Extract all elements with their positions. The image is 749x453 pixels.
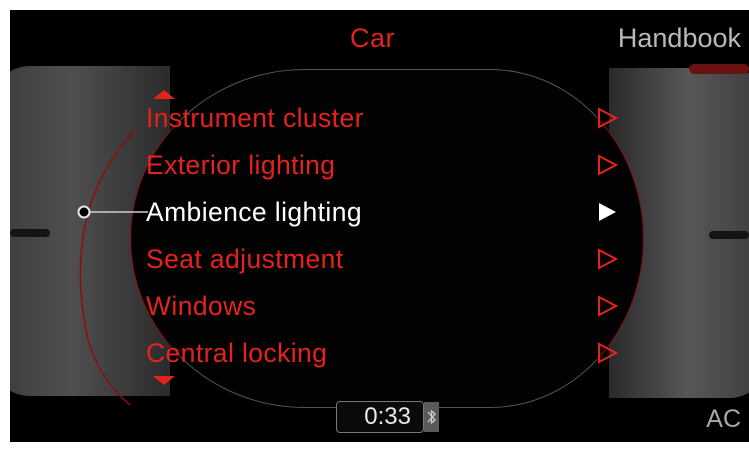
submenu-arrow-icon [599, 203, 616, 221]
menu-item-label: Exterior lighting [146, 150, 336, 180]
menu-item-exterior-lighting[interactable]: Exterior lighting [146, 142, 626, 189]
menu-item-ambience-lighting[interactable]: Ambience lighting [146, 189, 626, 236]
submenu-arrow-icon [598, 342, 618, 364]
menu-list: Instrument cluster Exterior lighting Amb… [146, 95, 626, 377]
menu-item-label: Instrument cluster [146, 103, 364, 133]
submenu-arrow-icon [598, 107, 618, 129]
menu-item-label: Seat adjustment [146, 244, 344, 274]
bluetooth-icon [424, 402, 439, 432]
right-bezel-accent [689, 64, 749, 74]
selector-knob-icon [77, 205, 91, 219]
clock-display: 0:33 [336, 401, 424, 433]
menu-item-seat-adjustment[interactable]: Seat adjustment [146, 236, 626, 283]
page-title: Car [350, 23, 396, 53]
menu-item-label: Central locking [146, 338, 328, 368]
ac-softkey[interactable]: AC [706, 405, 741, 434]
menu-item-central-locking[interactable]: Central locking [146, 330, 626, 377]
submenu-arrow-icon [598, 248, 618, 270]
submenu-arrow-icon [598, 154, 618, 176]
menu-item-label: Ambience lighting [146, 197, 362, 227]
handbook-softkey[interactable]: Handbook [618, 23, 741, 54]
submenu-arrow-icon [598, 295, 618, 317]
menu-item-label: Windows [146, 291, 257, 321]
menu-item-windows[interactable]: Windows [146, 283, 626, 330]
mmi-screen: Car Handbook Instrument cluster Exterior… [10, 10, 749, 442]
scroll-down-arrow-icon[interactable] [151, 375, 177, 387]
right-bezel-notch [709, 231, 749, 239]
menu-item-instrument-cluster[interactable]: Instrument cluster [146, 95, 626, 142]
